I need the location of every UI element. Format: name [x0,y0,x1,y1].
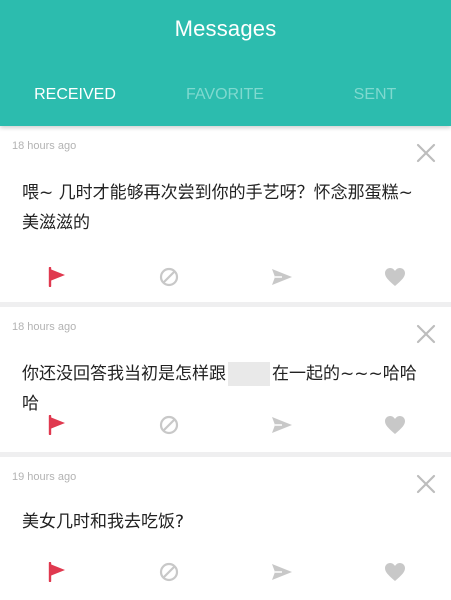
heart-icon[interactable] [380,410,410,440]
tab-bar: RECEIVED FAVORITE SENT [0,86,451,110]
flag-icon[interactable] [42,557,72,587]
close-icon[interactable] [415,142,437,164]
send-icon[interactable] [267,410,297,440]
message-card: 19 hours ago 美女几时和我去吃饭? [0,457,451,600]
message-line: 喂~ 几时才能够再次尝到你的手艺呀？怀念那蛋糕~ [22,183,413,203]
message-actions [0,410,451,440]
heart-icon[interactable] [380,262,410,292]
message-actions [0,262,451,292]
page-title: Messages [174,16,277,41]
heart-icon[interactable] [380,557,410,587]
message-text-part: 你还没回答我当初是怎样跟 [22,364,226,384]
send-icon[interactable] [267,262,297,292]
message-time: 19 hours ago [12,471,77,483]
app-header: Messages RECEIVED FAVORITE SENT [0,0,451,126]
tab-sent[interactable]: SENT [300,86,450,104]
close-icon[interactable] [415,323,437,345]
message-line: 美滋滋的 [22,213,90,233]
tab-received[interactable]: RECEIVED [0,86,150,104]
message-time: 18 hours ago [12,140,77,152]
send-icon[interactable] [267,557,297,587]
message-actions [0,557,451,587]
message-text: 喂~ 几时才能够再次尝到你的手艺呀？怀念那蛋糕~ 美滋滋的 [22,178,429,238]
message-card: 18 hours ago 你还没回答我当初是怎样跟 在一起的~~~哈哈哈 [0,307,451,452]
tab-favorite[interactable]: FAVORITE [150,86,300,104]
close-icon[interactable] [415,473,437,495]
message-time: 18 hours ago [12,321,77,333]
message-card: 18 hours ago 喂~ 几时才能够再次尝到你的手艺呀？怀念那蛋糕~ 美滋… [0,126,451,302]
flag-icon[interactable] [42,410,72,440]
block-icon[interactable] [154,262,184,292]
flag-icon[interactable] [42,262,72,292]
block-icon[interactable] [154,557,184,587]
block-icon[interactable] [154,410,184,440]
redacted-name [228,362,270,386]
message-text: 美女几时和我去吃饭? [22,512,185,532]
